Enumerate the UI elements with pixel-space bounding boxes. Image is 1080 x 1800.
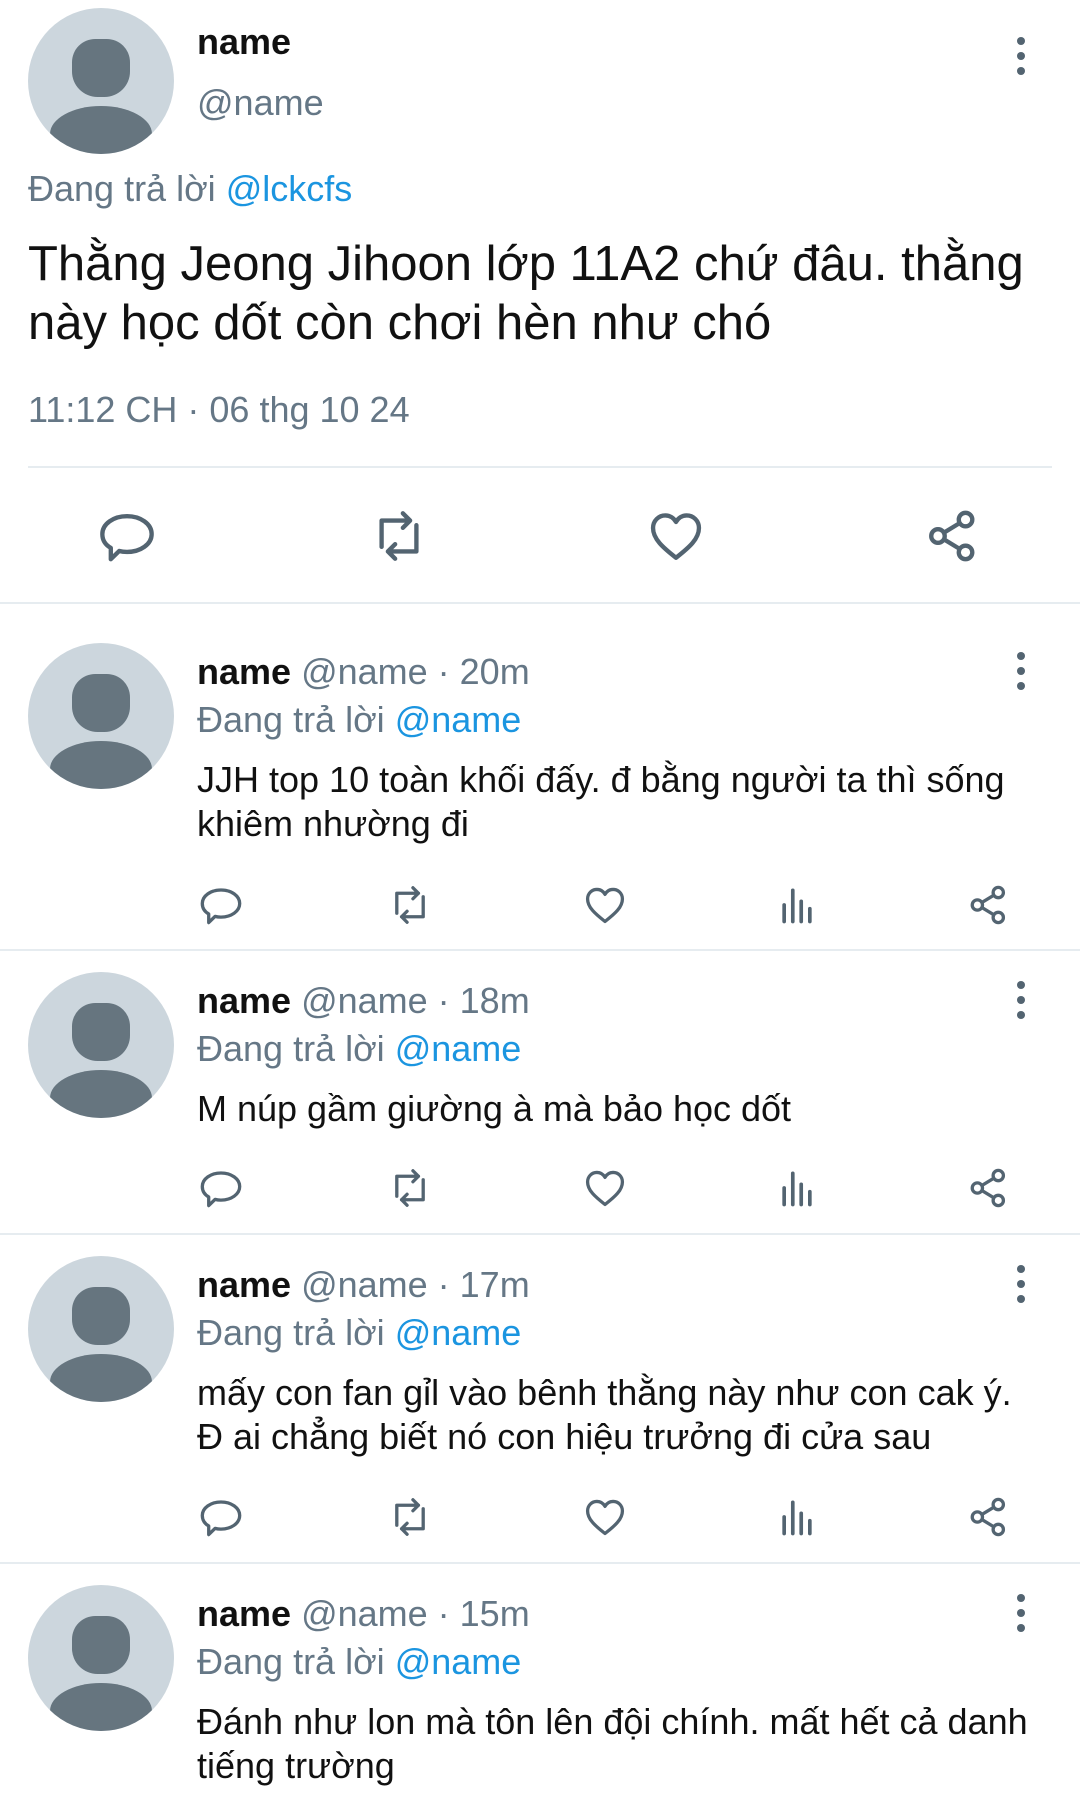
avatar-body-shape [50,741,152,789]
retweet-icon[interactable] [388,1495,432,1539]
reply-text: JJH top 10 toàn khối đấy. đ bằng người t… [197,759,1005,844]
avatar[interactable] [28,972,174,1118]
tweet-timestamp[interactable]: 11:12 CH · 06 thg 10 24 [28,389,410,431]
avatar[interactable] [28,8,174,154]
heart-icon[interactable] [583,1495,627,1539]
analytics-icon[interactable] [775,883,819,927]
retweet-icon[interactable] [388,883,432,927]
heart-icon[interactable] [647,507,705,565]
author-name[interactable]: name [197,1593,291,1634]
reply-text: M núp gầm giường à mà bảo học dốt [197,1088,792,1129]
replying-to-label: Đang trả lời [197,1641,395,1682]
reply-icon[interactable] [199,1166,243,1210]
retweet-icon[interactable] [388,1166,432,1210]
reply-header: name @name · 17m [197,1264,530,1306]
reply-text: Đánh như lon mà tôn lên đội chính. mất h… [197,1701,1028,1786]
avatar[interactable] [28,1585,174,1731]
share-icon[interactable] [923,507,981,565]
author-handle-time[interactable]: @name · 20m [301,651,530,692]
analytics-icon[interactable] [775,1166,819,1210]
author-name[interactable]: name [197,980,291,1021]
reply-header: name @name · 18m [197,980,530,1022]
replying-to-mention[interactable]: @name [395,699,522,740]
replying-to-line: Đang trả lời @name [197,1028,521,1070]
reply-icon[interactable] [199,883,243,927]
replying-to-mention[interactable]: @name [395,1641,522,1682]
avatar-head-shape [72,1287,130,1345]
replying-to-mention[interactable]: @lckcfs [226,168,353,209]
reply-header: name @name · 20m [197,651,530,693]
replying-to-label: Đang trả lời [197,699,395,740]
reply-header: name @name · 15m [197,1593,530,1635]
avatar[interactable] [28,643,174,789]
divider [28,466,1052,468]
avatar-body-shape [50,1683,152,1731]
avatar-body-shape [50,1354,152,1402]
tweet-text: Thằng Jeong Jihoon lớp 11A2 chứ đâu. thằ… [28,237,1024,350]
replying-to-line: Đang trả lời @name [197,699,521,741]
author-name[interactable]: name [197,21,291,63]
reply-text: mấy con fan gỉl vào bênh thằng này như c… [197,1372,1012,1457]
avatar-body-shape [50,106,152,154]
replying-to-line: Đang trả lời @name [197,1641,521,1683]
divider [0,1562,1080,1564]
more-icon[interactable] [1012,981,1030,1021]
replying-to-line: Đang trả lời @lckcfs [28,168,352,210]
avatar-head-shape [72,1003,130,1061]
avatar-body-shape [50,1070,152,1118]
avatar[interactable] [28,1256,174,1402]
analytics-icon[interactable] [775,1495,819,1539]
author-name[interactable]: name [197,1264,291,1305]
author-handle-time[interactable]: @name · 15m [301,1593,530,1634]
more-icon[interactable] [1012,1594,1030,1634]
replying-to-label: Đang trả lời [197,1312,395,1353]
avatar-head-shape [72,674,130,732]
share-icon[interactable] [966,1495,1010,1539]
more-icon[interactable] [1012,652,1030,692]
divider [0,1233,1080,1235]
author-handle-time[interactable]: @name · 18m [301,980,530,1021]
replying-to-label: Đang trả lời [28,168,226,209]
heart-icon[interactable] [583,883,627,927]
more-icon[interactable] [1012,37,1030,77]
retweet-icon[interactable] [370,507,428,565]
more-icon[interactable] [1012,1265,1030,1305]
divider [0,949,1080,951]
reply-icon[interactable] [98,507,156,565]
replying-to-line: Đang trả lời @name [197,1312,521,1354]
share-icon[interactable] [966,883,1010,927]
divider [0,602,1080,604]
replying-to-label: Đang trả lời [197,1028,395,1069]
heart-icon[interactable] [583,1166,627,1210]
author-handle[interactable]: @name [197,82,324,124]
avatar-head-shape [72,39,130,97]
reply-icon[interactable] [199,1495,243,1539]
avatar-head-shape [72,1616,130,1674]
replying-to-mention[interactable]: @name [395,1028,522,1069]
replying-to-mention[interactable]: @name [395,1312,522,1353]
author-name[interactable]: name [197,651,291,692]
share-icon[interactable] [966,1166,1010,1210]
author-handle-time[interactable]: @name · 17m [301,1264,530,1305]
tweet-thread-page: name @name Đang trả lời @lckcfs Thằng Je… [0,0,1080,1800]
